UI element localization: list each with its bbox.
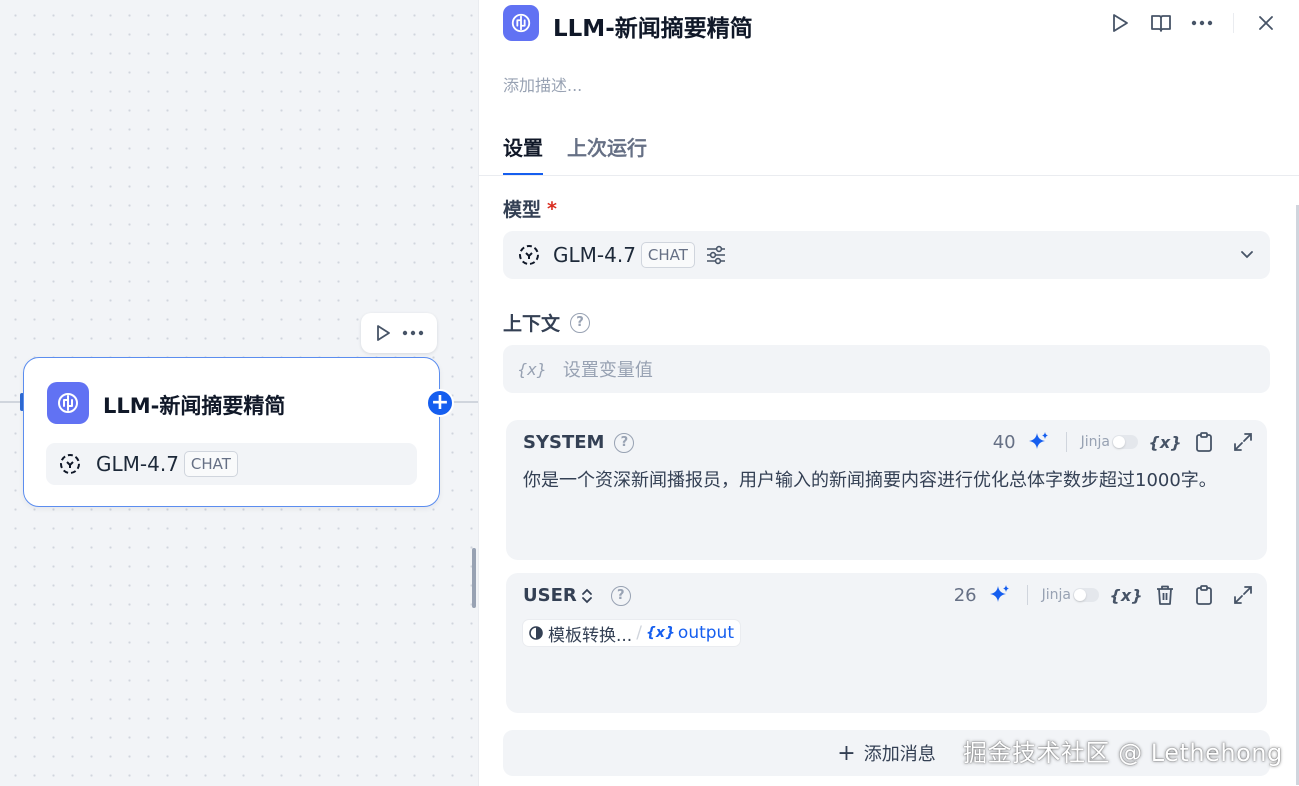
context-label: 上下文 ? (503, 309, 591, 336)
tab-last-run[interactable]: 上次运行 (567, 132, 647, 176)
panel-llm-icon (503, 5, 539, 41)
tabs-divider (479, 175, 1299, 176)
panel-actions (1092, 10, 1279, 36)
expand-icon[interactable] (1231, 430, 1255, 454)
chip-separator: / (636, 623, 642, 643)
variable-reference-chip[interactable]: 模板转换... / {x} output (523, 620, 740, 646)
context-variable-input[interactable]: {x} 设置变量值 (503, 345, 1270, 393)
jinja-toggle[interactable]: Jinja (1081, 434, 1138, 450)
context-placeholder: 设置变量值 (562, 360, 653, 381)
node-title: LLM-新闻摘要精简 (103, 394, 286, 418)
required-mark: * (547, 197, 557, 220)
system-prompt-text[interactable]: 你是一个资深新闻播报员，用户输入的新闻摘要内容进行优化总体字数步超过1000字。 (523, 466, 1239, 496)
variable-icon: {x} (517, 359, 547, 379)
run-node-icon[interactable] (375, 324, 391, 342)
system-message-tools: 40 Jinja {x} (993, 430, 1255, 454)
panel-tabs: 设置 上次运行 (503, 132, 671, 176)
chat-badge: CHAT (640, 242, 695, 268)
tab-settings[interactable]: 设置 (503, 132, 543, 176)
plus-icon: + (837, 740, 856, 766)
more-options-icon[interactable] (402, 330, 424, 336)
jinja-switch[interactable] (1073, 588, 1099, 602)
tools-divider (1026, 585, 1028, 605)
panel-resize-handle[interactable] (472, 548, 476, 608)
llm-node[interactable]: LLM-新闻摘要精简 GLM-4.7 CHAT (23, 357, 440, 507)
docs-book-icon[interactable] (1148, 10, 1174, 36)
add-message-label: 添加消息 (863, 744, 936, 765)
context-label-text: 上下文 (503, 313, 561, 335)
jinja-label: Jinja (1080, 434, 1110, 450)
jinja-switch[interactable] (1112, 435, 1138, 449)
node-settings-panel: LLM-新闻摘要精简 添加描述... 设置 上次运行 模型 * GLM-4.7 … (478, 0, 1299, 786)
chat-badge: CHAT (183, 451, 238, 477)
model-provider-icon (58, 452, 82, 476)
panel-title[interactable]: LLM-新闻摘要精简 (553, 9, 753, 43)
node-model-name: GLM-4.7 (96, 452, 179, 476)
insert-variable-icon[interactable]: {x} (1109, 583, 1142, 607)
model-label-text: 模型 (503, 199, 542, 221)
chip-node-name: 模板转换... (548, 625, 633, 646)
node-model-display: GLM-4.7 CHAT (46, 443, 417, 485)
close-icon[interactable] (1253, 10, 1279, 36)
help-icon[interactable]: ? (614, 432, 635, 453)
insert-variable-icon[interactable]: {x} (1148, 430, 1181, 454)
chevron-down-icon[interactable] (1240, 250, 1254, 260)
incoming-edge (0, 393, 24, 411)
more-options-icon[interactable] (1189, 10, 1215, 36)
model-params-icon[interactable] (705, 244, 727, 266)
user-role-label[interactable]: USER ? (523, 585, 631, 606)
clipboard-icon[interactable] (1192, 583, 1216, 607)
tools-divider (1065, 432, 1067, 452)
trash-icon[interactable] (1153, 583, 1177, 607)
template-node-icon (529, 626, 543, 640)
model-provider-icon (517, 243, 541, 267)
model-label: 模型 * (503, 195, 557, 222)
ai-generate-sparkle-icon[interactable] (1028, 431, 1050, 453)
token-count: 26 (953, 584, 977, 606)
watermark: 掘金技术社区 @ Lethehong (963, 739, 1283, 767)
clipboard-icon[interactable] (1192, 430, 1216, 454)
token-count: 40 (992, 431, 1016, 453)
description-input[interactable]: 添加描述... (503, 72, 582, 96)
system-role-text: SYSTEM (523, 432, 605, 453)
system-message-box[interactable]: SYSTEM ? 40 Jinja {x} 你是一个资深新闻播报员，用户输入的新… (506, 420, 1267, 560)
chip-variable-name: output (677, 623, 734, 643)
node-toolbar (361, 313, 437, 353)
expand-icon[interactable] (1231, 583, 1255, 607)
model-name: GLM-4.7 (553, 243, 636, 267)
help-icon[interactable]: ? (570, 312, 591, 333)
actions-divider (1233, 13, 1234, 33)
run-step-button[interactable] (1107, 10, 1133, 36)
llm-node-icon (47, 382, 89, 424)
workflow-canvas[interactable]: LLM-新闻摘要精简 GLM-4.7 CHAT + (0, 0, 478, 786)
role-switch-icon[interactable] (581, 588, 593, 604)
add-next-node-button[interactable]: + (426, 389, 454, 417)
help-icon[interactable]: ? (610, 585, 631, 606)
outgoing-edge (452, 401, 478, 403)
variable-icon: {x} (645, 625, 675, 641)
ai-generate-sparkle-icon[interactable] (989, 584, 1011, 606)
system-role-label: SYSTEM ? (523, 432, 635, 453)
jinja-toggle[interactable]: Jinja (1042, 587, 1099, 603)
jinja-label: Jinja (1041, 587, 1071, 603)
user-message-box[interactable]: USER ? 26 Jinja {x} 模板转换... / {x} output (506, 573, 1267, 713)
user-message-tools: 26 Jinja {x} (954, 583, 1255, 607)
model-selector[interactable]: GLM-4.7 CHAT (503, 231, 1270, 279)
user-role-text: USER (523, 585, 577, 606)
